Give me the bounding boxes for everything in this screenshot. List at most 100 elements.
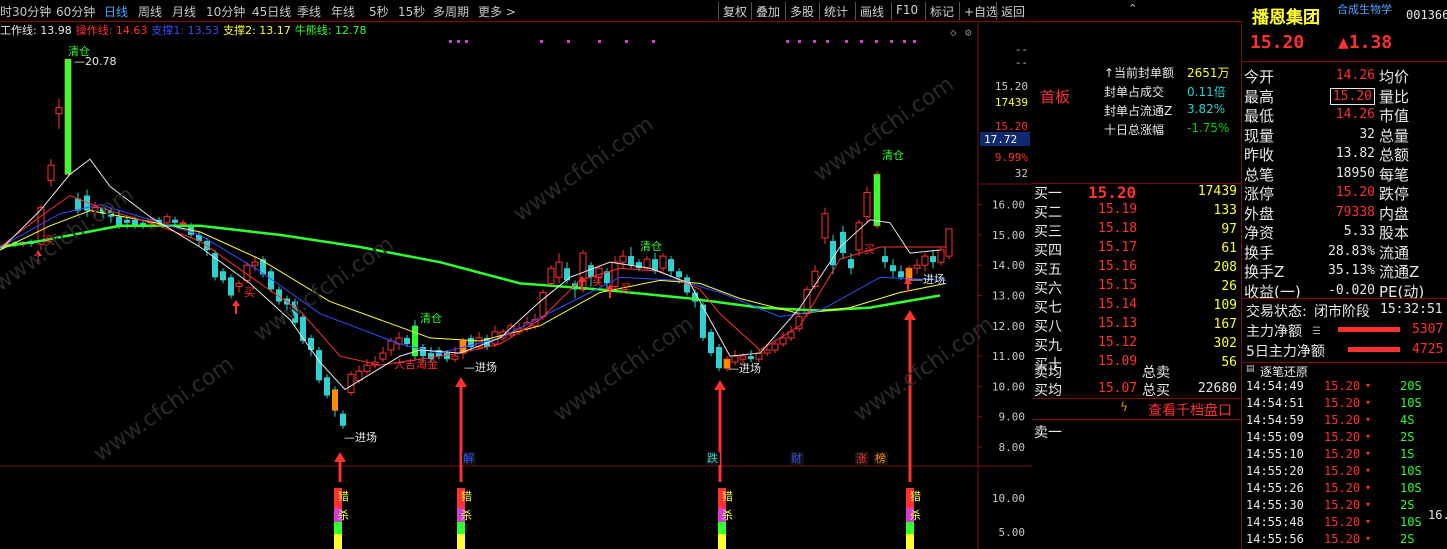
candle-body[interactable]	[379, 352, 387, 360]
period-8[interactable]: 季线	[297, 3, 321, 20]
toolbar-button-6[interactable]: 标记	[925, 2, 958, 20]
candle-body[interactable]	[47, 164, 55, 181]
candle-body[interactable]	[444, 353, 450, 360]
signal-candle[interactable]	[332, 389, 338, 411]
candle-body[interactable]	[821, 213, 829, 239]
candle-body[interactable]	[676, 271, 682, 278]
candle-body[interactable]	[771, 343, 779, 351]
candle-body[interactable]	[739, 355, 747, 360]
toolbar-button-8[interactable]: 返回	[996, 2, 1029, 20]
candle-body[interactable]	[795, 316, 803, 330]
candle-body[interactable]	[668, 259, 674, 272]
toolbar-button-0[interactable]: 复权	[718, 2, 751, 20]
candle-body[interactable]	[716, 347, 722, 369]
total-sell-label: 总卖	[1142, 365, 1170, 381]
candle-body[interactable]	[539, 291, 547, 318]
candle-body[interactable]	[55, 107, 63, 115]
candle-body[interactable]	[251, 261, 259, 266]
candle-body[interactable]	[547, 267, 555, 284]
period-2[interactable]: 60分钟	[56, 3, 95, 20]
candle-body[interactable]	[340, 413, 346, 426]
tick-time-5: 14:55:20	[1246, 464, 1304, 478]
toolbar-button-3[interactable]: 统计	[819, 2, 852, 20]
candle-body[interactable]	[220, 271, 226, 281]
signal-candle[interactable]	[65, 59, 71, 175]
candle-body[interactable]	[116, 216, 122, 226]
period-9[interactable]: 年线	[331, 3, 355, 20]
candle-body[interactable]	[451, 355, 459, 360]
candle-body[interactable]	[890, 265, 896, 272]
period-10[interactable]: 5秒	[369, 3, 389, 20]
toolbar-button-1[interactable]: 叠加	[751, 2, 784, 20]
candle-body[interactable]	[937, 249, 945, 263]
candle-body[interactable]	[308, 337, 314, 351]
tick-arrow-icon: ▾	[1366, 517, 1371, 526]
candle-body[interactable]	[163, 216, 171, 224]
candle-body[interactable]	[898, 271, 904, 278]
period-11[interactable]: 15秒	[398, 3, 425, 20]
ticks-title[interactable]: 逐笔还原	[1260, 363, 1308, 380]
candle-body[interactable]	[172, 219, 178, 223]
candle-body[interactable]	[748, 356, 754, 360]
candle-body[interactable]	[628, 256, 634, 266]
candle-body[interactable]	[619, 255, 627, 263]
candle-body[interactable]	[124, 219, 130, 223]
period-6[interactable]: 10分钟	[206, 3, 245, 20]
candle-body[interactable]	[235, 282, 243, 287]
toolbar-button-2[interactable]: 多股	[785, 2, 818, 20]
stock-code: 001366	[1406, 8, 1447, 22]
event-tag: 解	[463, 451, 474, 465]
candle-body[interactable]	[355, 370, 363, 381]
period-3[interactable]: 日线	[104, 3, 128, 20]
candle-body[interactable]	[779, 337, 787, 345]
period-7[interactable]: 45日线	[252, 3, 291, 20]
period-4[interactable]: 周线	[138, 3, 162, 20]
candle-body[interactable]	[363, 364, 371, 372]
candle-body[interactable]	[324, 377, 330, 396]
bid-price-3: 15.17	[1098, 240, 1138, 255]
candle-body[interactable]	[555, 261, 563, 278]
candle-body[interactable]	[228, 277, 234, 296]
candle-body[interactable]	[659, 255, 667, 269]
candle-body[interactable]	[700, 304, 706, 338]
period-12[interactable]: 多周期	[433, 3, 469, 20]
candle-body[interactable]	[708, 331, 714, 354]
price-header: 15.20 ▲1.38	[1242, 26, 1447, 62]
candle-body[interactable]	[763, 349, 771, 354]
candle-body[interactable]	[347, 373, 355, 393]
candle-body[interactable]	[179, 222, 187, 225]
diamond-icon[interactable]: ◇	[950, 26, 957, 39]
view-qiandang-button[interactable]: 查看千档盘口	[1148, 400, 1232, 420]
period-5[interactable]: 月线	[172, 3, 196, 20]
candle-body[interactable]	[643, 258, 651, 269]
period-0[interactable]: 分时	[0, 3, 12, 20]
candle-body[interactable]	[848, 259, 854, 269]
candle-body[interactable]	[755, 352, 763, 360]
settings-icon[interactable]: ⚙	[965, 26, 972, 39]
candle-body[interactable]	[855, 222, 863, 251]
candle-body[interactable]	[930, 256, 936, 263]
candle-body[interactable]	[404, 337, 410, 344]
candle-body[interactable]	[921, 255, 929, 266]
signal-candle[interactable]	[874, 174, 880, 226]
period-1[interactable]: 30分钟	[12, 3, 51, 20]
quote-label-1: 最高	[1244, 87, 1275, 106]
toolbar-button-4[interactable]: 画线	[855, 2, 888, 20]
signal-bar	[718, 534, 726, 549]
signal-dot	[845, 40, 848, 43]
quote-label2-10: 流通Z	[1379, 263, 1420, 281]
stock-concept[interactable]: 合成生物学	[1337, 1, 1392, 17]
kline-chart[interactable]: 16.0015.0014.0013.0012.0011.0010.009.008…	[0, 22, 1032, 549]
annot-dajitaojin: 大吉淘金	[394, 357, 438, 371]
period-13[interactable]: 更多 >	[478, 3, 516, 20]
candle-body[interactable]	[882, 256, 888, 263]
candle-body[interactable]	[316, 350, 322, 381]
candle-body[interactable]	[945, 228, 953, 257]
info-icon[interactable]: ☰	[1312, 326, 1321, 337]
collapse-arrow-icon[interactable]: ⌃	[1128, 2, 1137, 15]
candle-body[interactable]	[387, 340, 395, 351]
candle-body[interactable]	[913, 264, 921, 269]
candle-body[interactable]	[863, 191, 871, 218]
toolbar-button-5[interactable]: F10	[891, 2, 922, 20]
candle-body[interactable]	[611, 261, 619, 287]
